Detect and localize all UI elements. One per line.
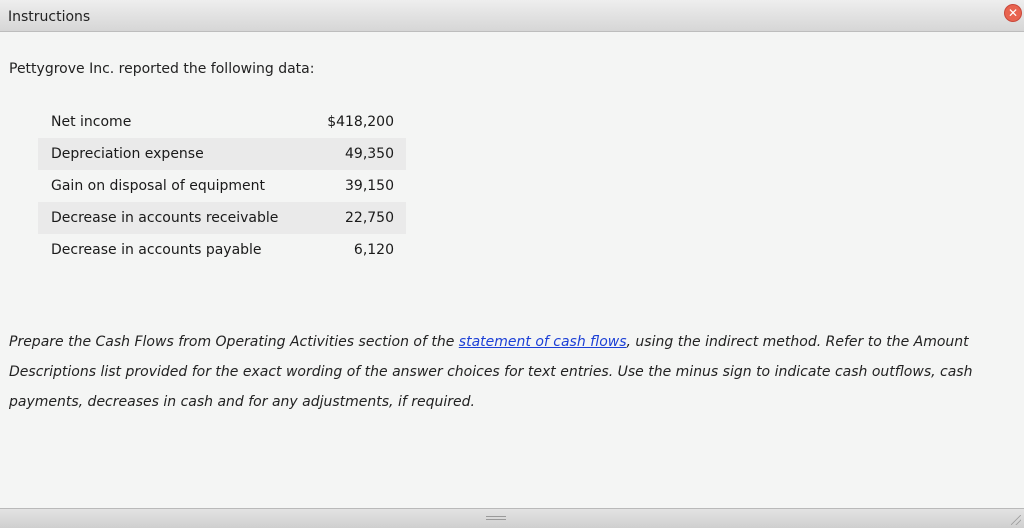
row-label: Decrease in accounts receivable <box>51 210 279 226</box>
row-label: Gain on disposal of equipment <box>51 178 265 194</box>
window-title: Instructions <box>8 9 91 25</box>
prompt-text-before: Prepare the Cash Flows from Operating Ac… <box>9 334 459 350</box>
statement-of-cash-flows-link[interactable]: statement of cash flows <box>459 334 627 350</box>
table-row: Depreciation expense 49,350 <box>38 138 406 170</box>
resize-corner-icon[interactable] <box>1011 515 1021 525</box>
resize-grip-icon[interactable] <box>486 516 506 520</box>
row-value: 39,150 <box>345 178 394 194</box>
table-row: Decrease in accounts payable 6,120 <box>38 234 406 266</box>
close-button[interactable]: ✕ <box>1004 4 1022 22</box>
footer-bar <box>0 508 1024 528</box>
row-value: 22,750 <box>345 210 394 226</box>
row-label: Decrease in accounts payable <box>51 242 262 258</box>
table-row: Net income $418,200 <box>38 106 406 138</box>
row-label: Net income <box>51 114 132 130</box>
row-label: Depreciation expense <box>51 146 204 162</box>
instructions-prompt: Prepare the Cash Flows from Operating Ac… <box>9 327 999 417</box>
row-value: $418,200 <box>327 114 394 130</box>
title-bar: Instructions ✕ <box>0 0 1024 32</box>
row-value: 6,120 <box>353 242 394 258</box>
table-row: Decrease in accounts receivable 22,750 <box>38 202 406 234</box>
row-value: 49,350 <box>345 146 394 162</box>
close-icon: ✕ <box>1007 6 1019 20</box>
intro-text: Pettygrove Inc. reported the following d… <box>9 61 315 77</box>
table-row: Gain on disposal of equipment 39,150 <box>38 170 406 202</box>
data-table: Net income $418,200 Depreciation expense… <box>38 106 406 266</box>
